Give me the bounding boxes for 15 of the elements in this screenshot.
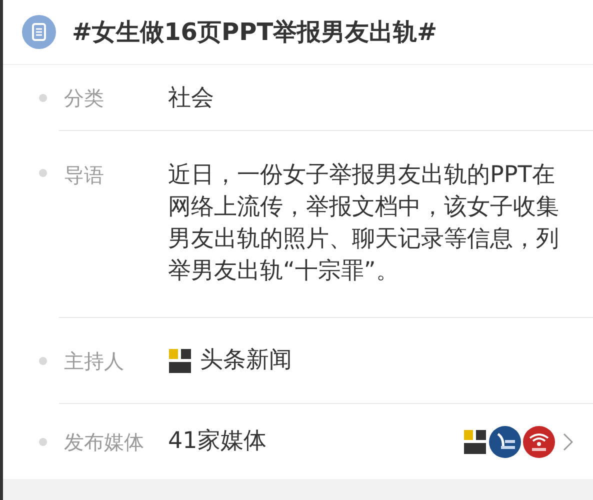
media-logo-icon[interactable]	[489, 426, 521, 458]
signal-logo-icon[interactable]	[523, 426, 555, 458]
field-label: 导语	[64, 162, 105, 189]
category-value: 社会	[168, 84, 215, 112]
field-label: 分类	[64, 84, 105, 112]
topic-icon	[22, 15, 56, 49]
media-count[interactable]: 41家媒体	[168, 424, 266, 459]
news-logo-icon	[463, 428, 487, 454]
field-label: 主持人	[64, 348, 125, 374]
host-name: 头条新闻	[200, 346, 292, 376]
topic-title: #女生做16页PPT举报男友出轨#	[72, 17, 438, 48]
field-label: 发布媒体	[64, 428, 145, 456]
news-logo-icon	[168, 348, 192, 374]
chevron-right-icon[interactable]	[563, 432, 573, 450]
lead-paragraph: 近日，一份女子举报男友出轨的PPT在网络上流传，举报文档中，该女子收集男友出轨的照片、聊天记录等信息，列举男友出轨“十宗罪”。	[168, 161, 560, 286]
